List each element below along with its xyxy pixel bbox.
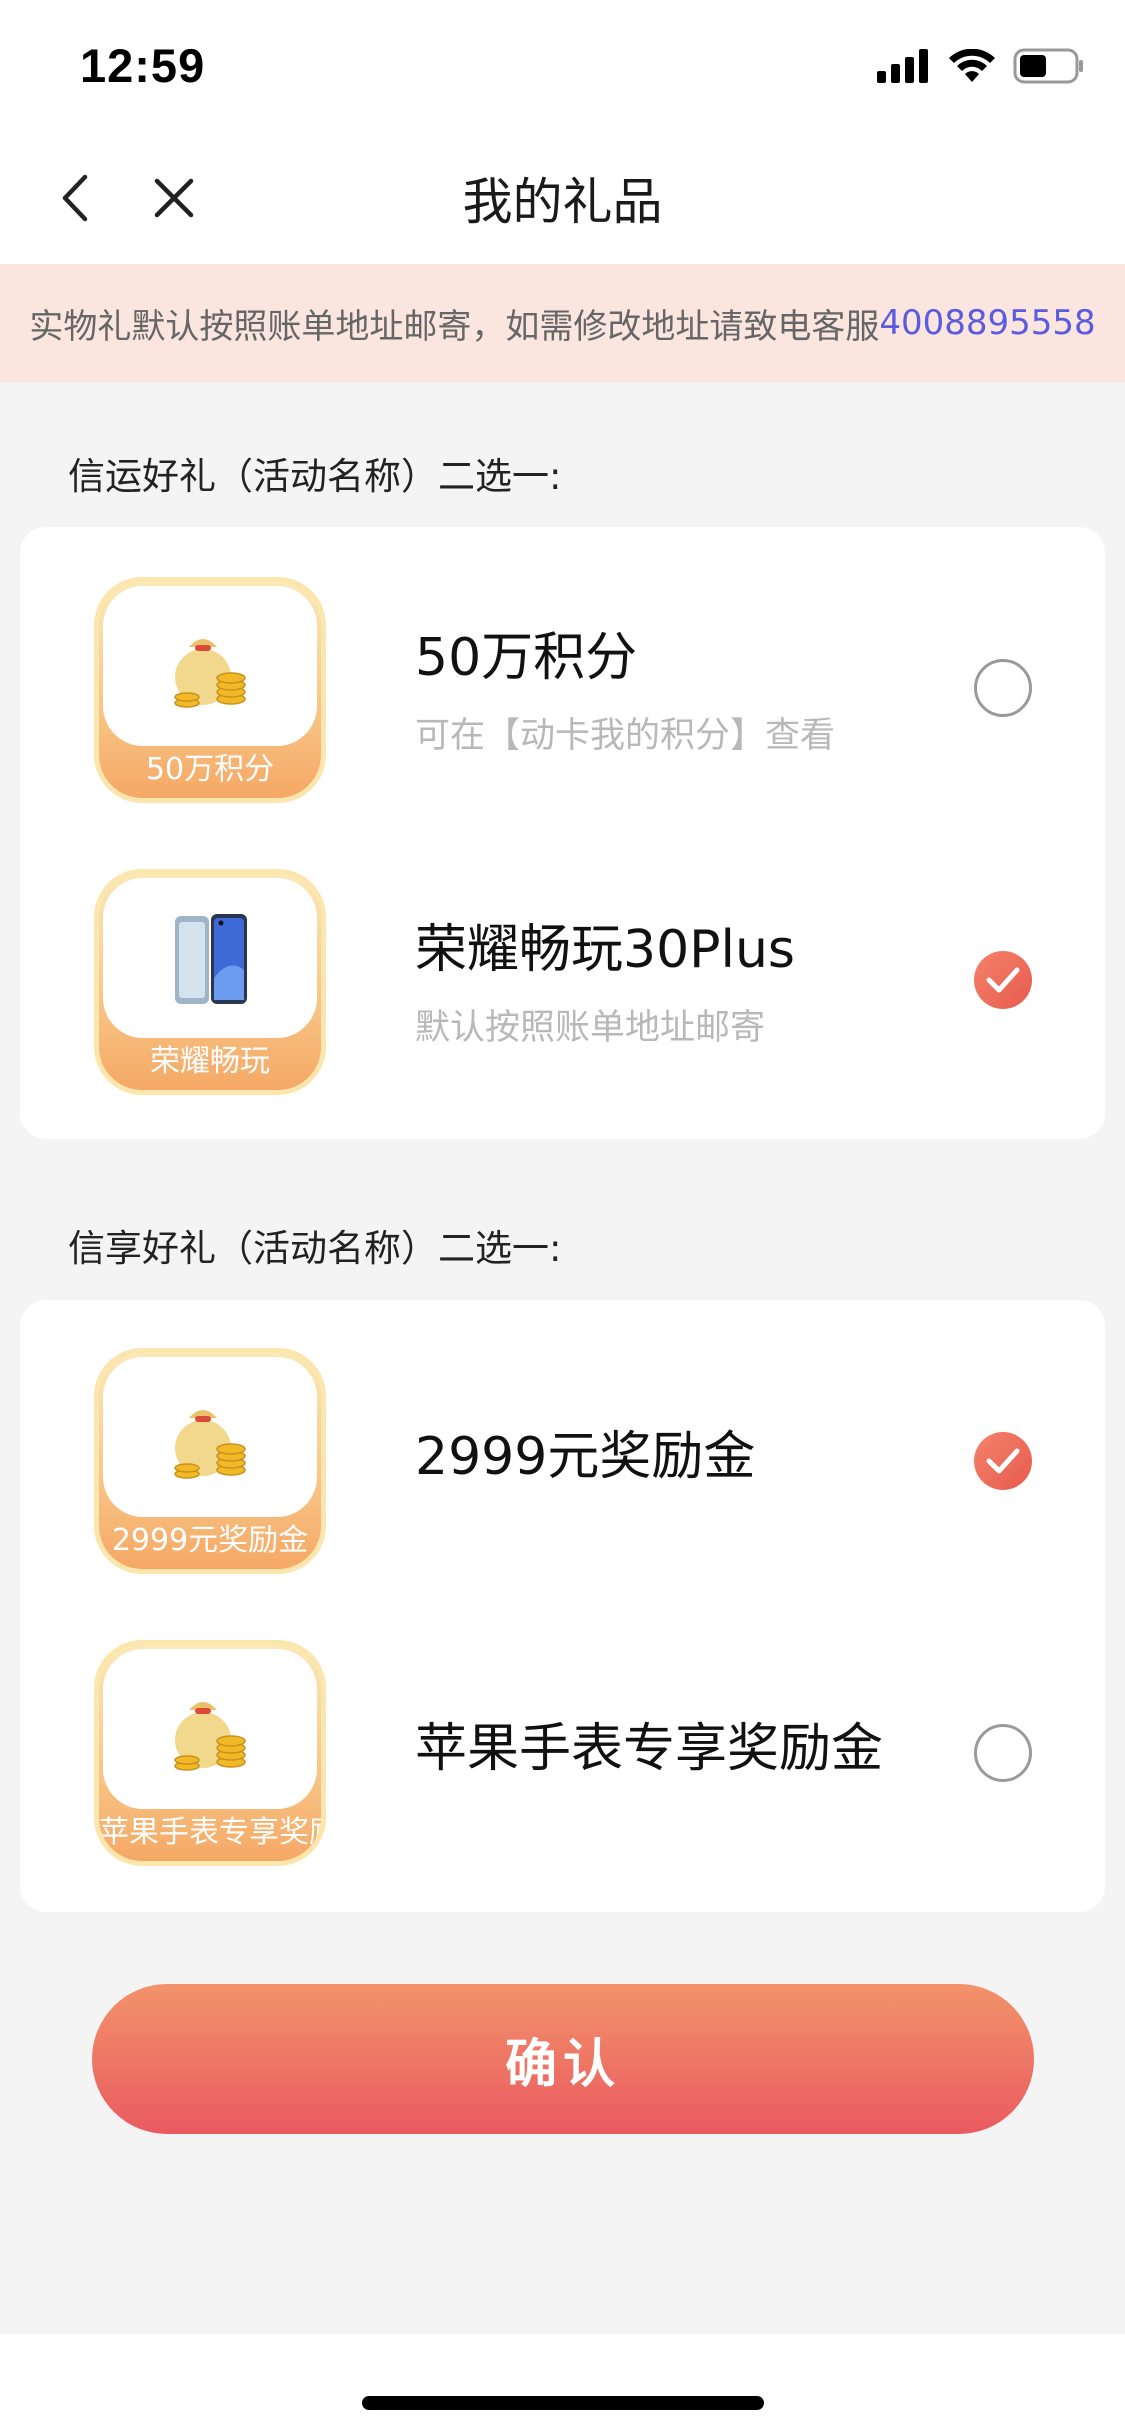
gift-thumbnail: 苹果手表专享奖励金 [94,1640,326,1866]
gift-title: 荣耀畅玩30Plus [415,920,796,980]
notice-text: 实物礼默认按照账单地址邮寄，如需修改地址请致电客服 [29,306,880,347]
status-time: 12:59 [80,39,206,92]
thumbnail-label: 荣耀畅玩 [150,1044,270,1079]
gift-thumbnail: 荣耀畅玩 [94,869,326,1095]
customer-service-phone-link[interactable]: 4008895558 [879,303,1095,343]
radio-checked[interactable] [974,1432,1032,1490]
gift-option[interactable]: 荣耀畅玩 荣耀畅玩30Plus 默认按照账单地址邮寄 [20,869,1105,1161]
nav-bar: 我的礼品 [0,132,1125,264]
phone-icon [175,914,247,1004]
section-title: 信运好礼（活动名称）二选一: [68,455,562,498]
section-title: 信享好礼（活动名称）二选一: [68,1227,562,1270]
cellular-signal-icon [877,49,928,83]
radio-checked[interactable] [974,951,1032,1009]
gift-title: 2999元奖励金 [415,1427,756,1487]
gift-option[interactable]: 苹果手表专享奖励金 苹果手表专享奖励金 [20,1640,1105,1932]
gift-title: 50万积分 [415,628,638,688]
gift-card-group: 50万积分 50万积分 可在【动卡我的积分】查看 荣耀畅玩 荣耀畅玩30Plus… [20,527,1105,1139]
gift-thumbnail: 50万积分 [94,577,326,803]
gift-thumbnail: 2999元奖励金 [94,1348,326,1574]
page-title: 我的礼品 [462,173,663,231]
money-bag-icon [174,1702,246,1771]
gift-subtitle: 可在【动卡我的积分】查看 [415,716,836,756]
bottom-bar [0,2334,1125,2436]
wifi-icon [949,49,995,82]
home-indicator [362,2396,764,2410]
gift-card-group: 2999元奖励金 2999元奖励金 苹果手表专享奖 苹果手表专享奖励金 [20,1300,1105,1912]
status-bar: 12:59 [0,0,1125,132]
radio-unchecked[interactable] [974,1724,1032,1782]
radio-unchecked[interactable] [974,659,1032,717]
status-icons [877,46,1085,86]
battery-icon [1013,48,1083,84]
gift-subtitle: 默认按照账单地址邮寄 [415,1008,766,1048]
gift-title: 苹果手表专享奖励金 [415,1719,884,1779]
gift-option[interactable]: 2999元奖励金 2999元奖励金 [20,1348,1105,1640]
money-bag-icon [174,639,246,708]
thumbnail-label: 苹果手表专享奖励金 [99,1815,321,1850]
thumbnail-label: 2999元奖励金 [111,1523,309,1558]
checkmark-icon [986,1448,1020,1474]
confirm-button[interactable]: 确认 [92,1984,1034,2134]
gift-option[interactable]: 50万积分 50万积分 可在【动卡我的积分】查看 [20,577,1105,869]
page: 12:59 我的礼品 实物礼默认按照账单地址邮寄，如需修改地址请致电客服 400… [0,0,1125,2436]
money-bag-icon [174,1410,246,1479]
address-notice: 实物礼默认按照账单地址邮寄，如需修改地址请致电客服 4008895558 [0,264,1125,382]
checkmark-icon [986,967,1020,993]
thumbnail-label: 50万积分 [145,752,275,787]
